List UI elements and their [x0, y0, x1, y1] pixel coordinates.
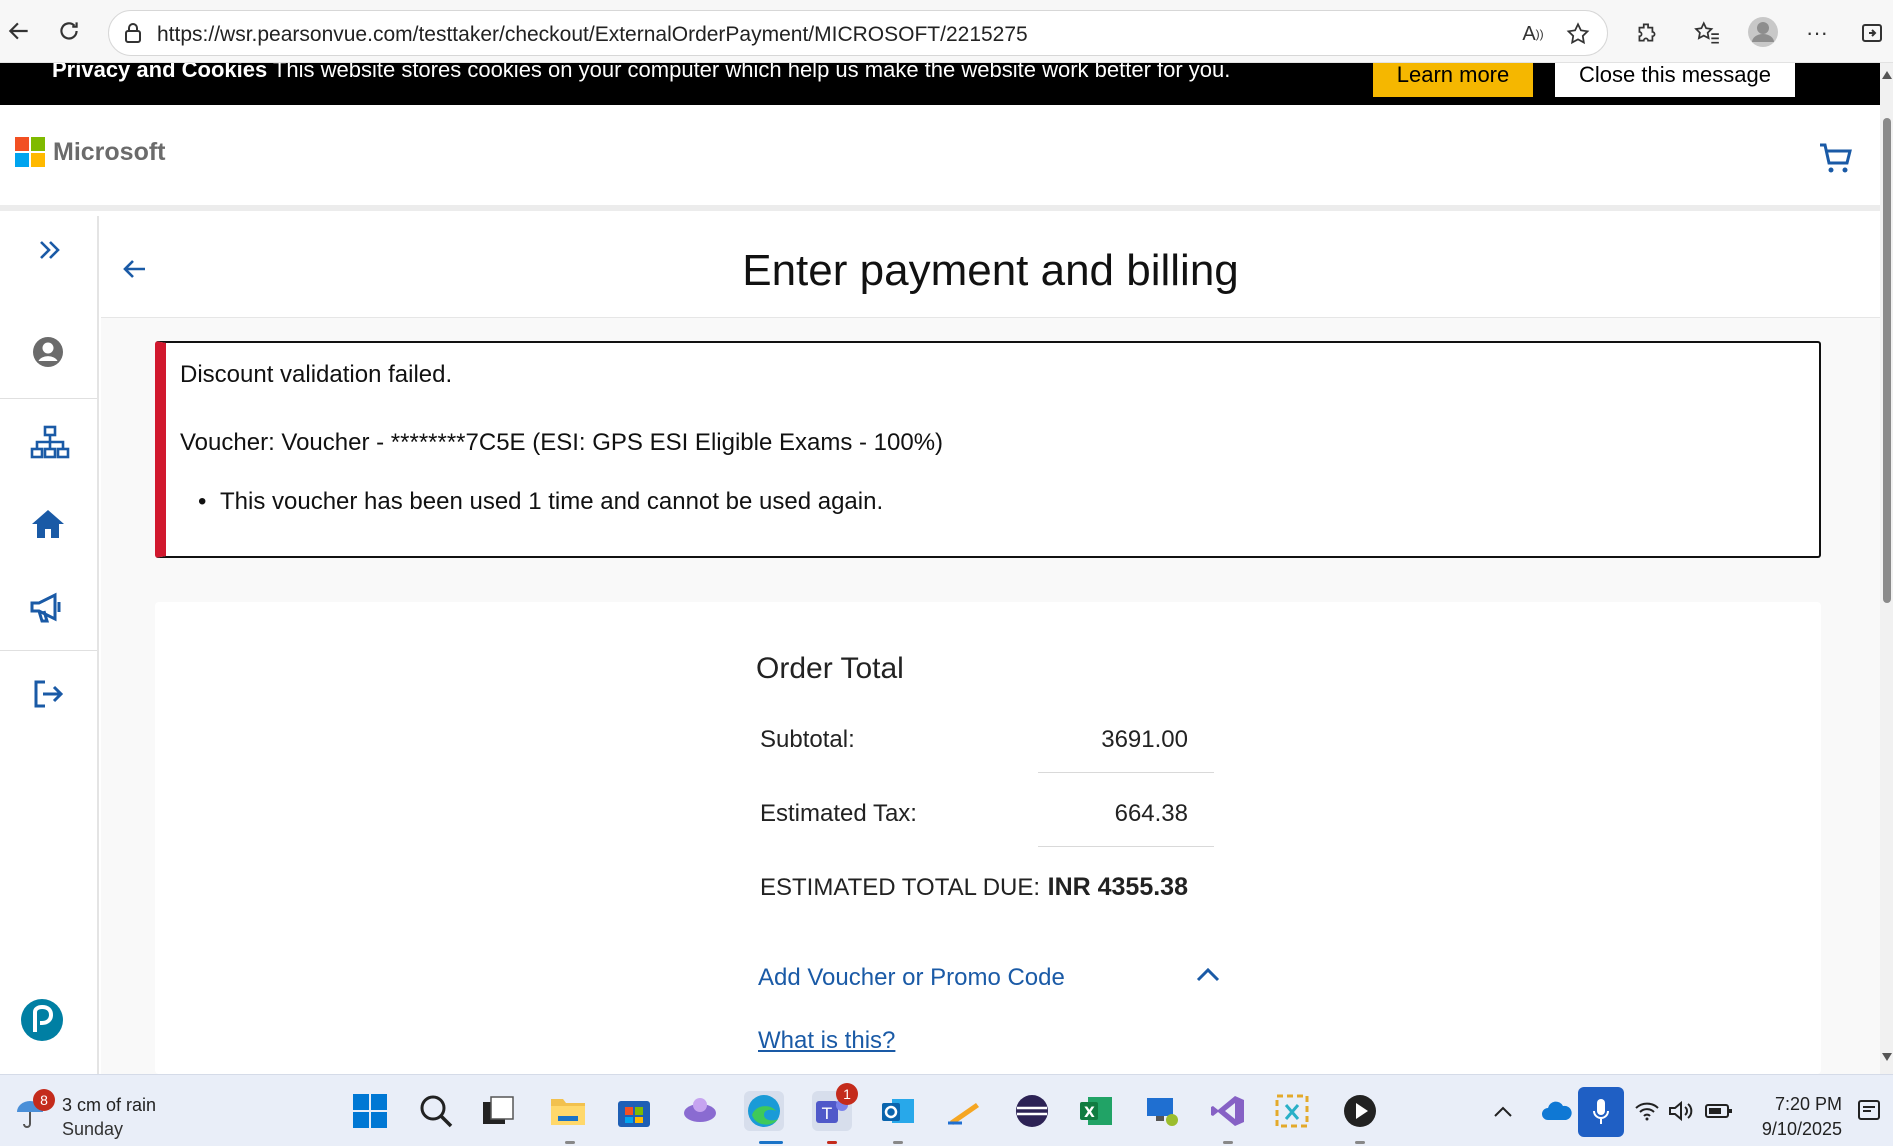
eclipse-icon[interactable]	[1012, 1091, 1052, 1131]
battery-icon[interactable]	[1704, 1091, 1734, 1131]
extensions-icon[interactable]	[1632, 18, 1662, 48]
svg-text:X: X	[1084, 1105, 1095, 1121]
what-is-this-link[interactable]: What is this?	[758, 1027, 895, 1055]
tax-value: 664.38	[1114, 800, 1188, 827]
edge-browser-icon[interactable]	[744, 1091, 784, 1131]
subtotal-label: Subtotal:	[760, 726, 855, 753]
sitemap-icon[interactable]	[22, 420, 78, 464]
running-indicator	[1223, 1141, 1233, 1144]
error-alert: Discount validation failed. Voucher: Vou…	[155, 341, 1821, 558]
sidebar-divider	[0, 398, 97, 399]
total-value: INR 4355.38	[1047, 873, 1188, 901]
copilot-icon[interactable]	[680, 1091, 720, 1131]
cookie-banner: Privacy and Cookies This website stores …	[0, 63, 1880, 105]
read-aloud-icon[interactable]: A))	[1519, 20, 1547, 48]
sign-out-icon[interactable]	[20, 672, 76, 716]
visual-studio-icon[interactable]	[1208, 1091, 1248, 1131]
running-indicator	[893, 1141, 903, 1144]
task-view-icon[interactable]	[478, 1091, 518, 1131]
clock-date[interactable]: 9/10/2025	[1742, 1119, 1842, 1140]
windows-start-icon[interactable]	[350, 1091, 390, 1131]
title-bar: Enter payment and billing	[101, 216, 1880, 318]
search-icon[interactable]	[416, 1091, 456, 1131]
close-message-button[interactable]: Close this message	[1555, 63, 1795, 97]
snipping-tool-icon[interactable]	[1272, 1091, 1312, 1131]
tax-label: Estimated Tax:	[760, 800, 917, 827]
scroll-thumb[interactable]	[1883, 118, 1891, 603]
subtotal-value: 3691.00	[1101, 726, 1188, 753]
site-header: Microsoft	[0, 105, 1880, 211]
sidebar-toggle-icon[interactable]	[1857, 18, 1887, 48]
add-voucher-link[interactable]: Add Voucher or Promo Code	[758, 964, 1065, 992]
microsoft-logo[interactable]	[15, 137, 45, 167]
favorites-icon[interactable]	[1692, 18, 1722, 48]
more-menu-icon[interactable]: ···	[1802, 18, 1832, 48]
back-icon[interactable]	[4, 16, 34, 46]
alert-bullet-item: This voucher has been used 1 time and ca…	[198, 488, 883, 516]
chevron-up-tray-icon[interactable]	[1488, 1091, 1518, 1131]
media-player-icon[interactable]	[1340, 1091, 1380, 1131]
notifications-icon[interactable]	[1852, 1091, 1886, 1131]
wifi-icon[interactable]	[1632, 1091, 1662, 1131]
cookie-message: This website stores cookies on your comp…	[267, 63, 1231, 82]
running-indicator	[565, 1141, 575, 1144]
refresh-icon[interactable]	[54, 16, 84, 46]
page-title: Enter payment and billing	[742, 246, 1239, 295]
alert-voucher: Voucher: Voucher - ********7C5E (ESI: GP…	[180, 429, 944, 456]
scroll-down-icon[interactable]	[1882, 1053, 1892, 1061]
pearson-logo[interactable]	[20, 996, 64, 1044]
running-indicator	[1355, 1141, 1365, 1144]
home-icon[interactable]	[20, 502, 76, 546]
row-divider	[1038, 846, 1214, 847]
cookie-heading: Privacy and Cookies	[52, 63, 268, 82]
scroll-up-icon[interactable]	[1882, 71, 1892, 79]
svg-text:T: T	[821, 1104, 832, 1123]
favorite-star-icon[interactable]	[1564, 20, 1592, 48]
excel-icon[interactable]: X	[1076, 1091, 1116, 1131]
microsoft-store-icon[interactable]	[614, 1091, 654, 1131]
remote-desktop-icon[interactable]	[1142, 1091, 1182, 1131]
page-scrollbar[interactable]	[1880, 63, 1893, 1074]
total-label: ESTIMATED TOTAL DUE:	[760, 874, 1041, 901]
row-divider	[1038, 772, 1214, 773]
main-content: Enter payment and billing Discount valid…	[101, 216, 1880, 1074]
volume-icon[interactable]	[1666, 1091, 1696, 1131]
weather-day: Sunday	[62, 1119, 124, 1139]
running-indicator	[827, 1141, 837, 1144]
order-total-card: Order Total Subtotal: 3691.00 Estimated …	[155, 602, 1821, 1074]
lock-icon[interactable]	[121, 21, 145, 45]
cookie-text: Privacy and Cookies This website stores …	[52, 63, 1230, 83]
alert-title: Discount validation failed.	[180, 361, 453, 388]
sidebar	[0, 216, 99, 1074]
chevron-up-icon[interactable]	[1195, 966, 1223, 986]
file-explorer-icon[interactable]	[548, 1091, 588, 1131]
order-total-heading: Order Total	[756, 652, 904, 685]
active-indicator	[759, 1141, 783, 1144]
cart-icon[interactable]	[1818, 141, 1854, 177]
sidebar-divider	[0, 650, 97, 651]
browser-toolbar: https://wsr.pearsonvue.com/testtaker/che…	[0, 0, 1893, 63]
profile-avatar-icon[interactable]	[1746, 15, 1780, 49]
taskbar: 8 3 cm of rain Sunday T 1 X 7:20 PM 9/10…	[0, 1074, 1893, 1146]
expand-sidebar-icon[interactable]	[22, 228, 78, 272]
clock-time[interactable]: 7:20 PM	[1760, 1094, 1842, 1115]
outlook-icon[interactable]	[878, 1091, 918, 1131]
user-profile-icon[interactable]	[20, 330, 76, 374]
onedrive-icon[interactable]	[1536, 1091, 1576, 1131]
address-bar[interactable]: https://wsr.pearsonvue.com/testtaker/che…	[108, 10, 1608, 56]
brand-name: Microsoft	[53, 138, 166, 166]
weather-text: 3 cm of rain	[62, 1095, 157, 1115]
whiteboard-icon[interactable]	[944, 1091, 984, 1131]
announcements-icon[interactable]	[20, 586, 76, 630]
weather-badge: 8	[33, 1089, 55, 1111]
microphone-icon[interactable]	[1578, 1087, 1624, 1137]
teams-notification-badge: 1	[836, 1083, 858, 1105]
url-text: https://wsr.pearsonvue.com/testtaker/che…	[157, 23, 1028, 46]
learn-more-button[interactable]: Learn more	[1373, 63, 1533, 97]
